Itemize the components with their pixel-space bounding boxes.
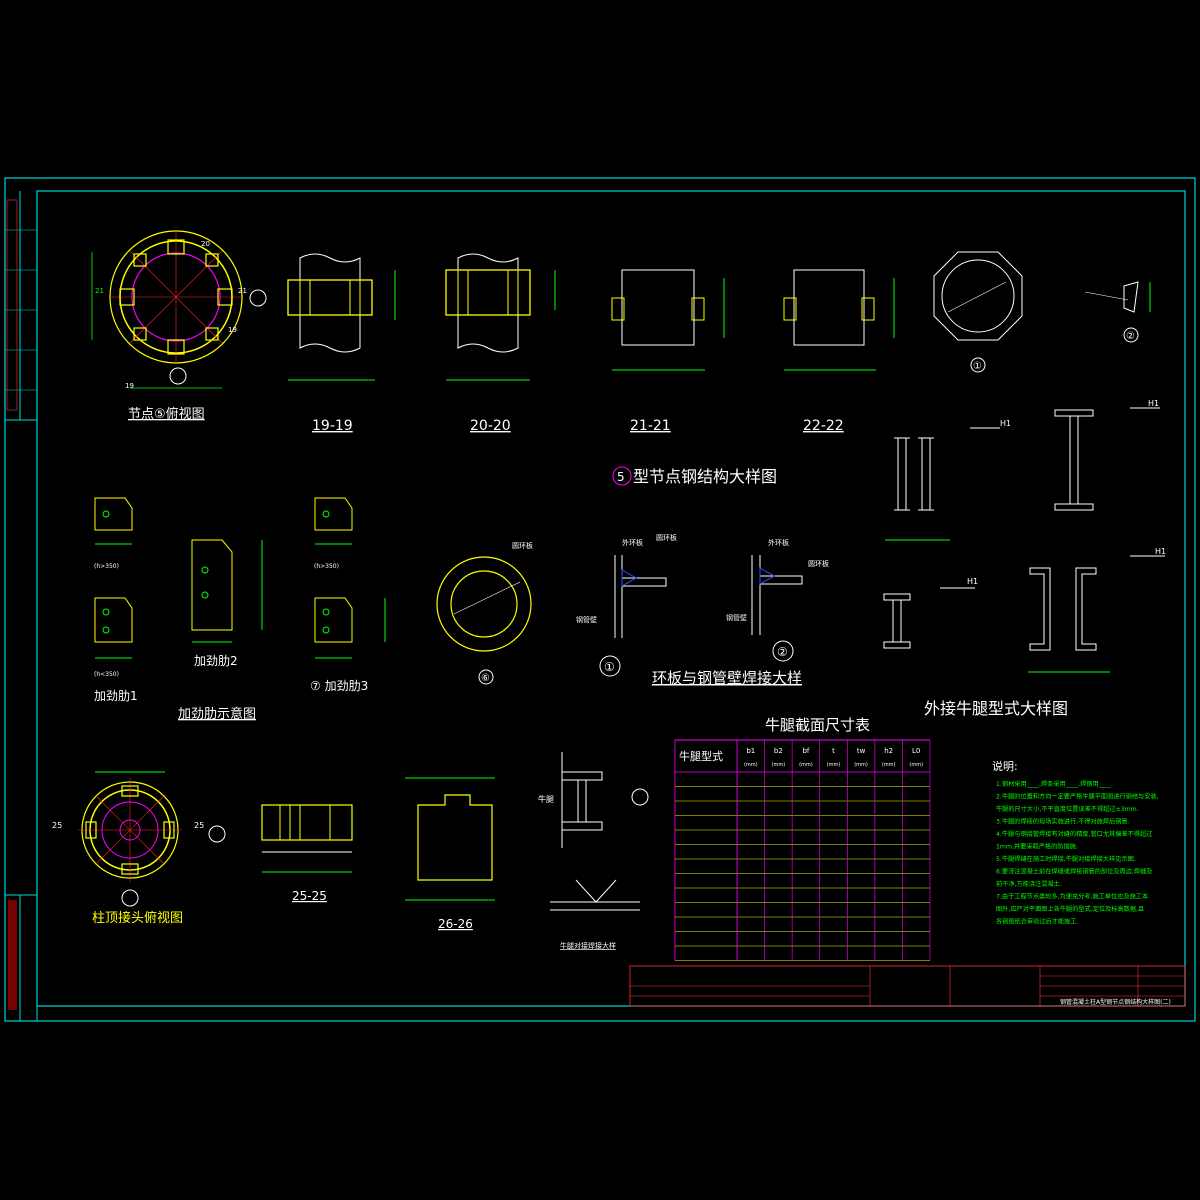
svg-text:加劲肋示意图: 加劲肋示意图 <box>178 706 256 722</box>
note-line: 1.钢材采用____,焊条采用____,焊钢用____. <box>996 780 1113 788</box>
svg-text:5: 5 <box>617 470 625 484</box>
notes-lines: 1.钢材采用____,焊条采用____,焊钢用____. 2.牛腿的位置和方向一定… <box>996 780 1159 926</box>
note-line: 1mm,并要采取严格的防措施. <box>996 843 1078 851</box>
section-25-25: 25-25 <box>261 804 353 903</box>
svg-text:加劲肋2: 加劲肋2 <box>194 653 238 668</box>
table-col-header: bf <box>802 747 809 755</box>
note-line: 6.要浇注混凝土前在焊缝或焊接钢管的部位及周边,焊缝及 <box>996 868 1152 876</box>
section-22-22: 22-22 <box>783 269 895 434</box>
cad-drawing-sheet: 21 21 19 19 20 节点⑤俯视图 19-19 20-20 21-21 <box>4 177 1196 1022</box>
section-20-20: 20-20 <box>445 253 556 434</box>
svg-text:H1: H1 <box>1000 419 1011 428</box>
table-grid: 牛腿型式 b1 (mm) b2 (mm) bf (mm) t (mm) tw (mm) h2 (mm) L… <box>674 739 931 961</box>
svg-text:外环板: 外环板 <box>768 538 789 547</box>
svg-text:牛腿对接焊接大样: 牛腿对接焊接大样 <box>560 941 616 950</box>
table-col-header: h2 <box>884 747 893 755</box>
svg-text:②: ② <box>777 645 788 659</box>
note-line: 3.牛腿的焊接的现场实施进行,不得对施焊后钢管. <box>996 818 1130 826</box>
svg-text:②: ② <box>1126 331 1135 342</box>
svg-text:19: 19 <box>228 326 237 334</box>
svg-text:H1: H1 <box>967 577 978 586</box>
svg-text:20-20: 20-20 <box>470 418 511 434</box>
column-top-view: 25 25 柱顶接头俯视图 <box>52 771 226 926</box>
svg-text:25: 25 <box>194 821 204 830</box>
table-header-first: 牛腿型式 <box>679 749 723 763</box>
svg-text:牛腿: 牛腿 <box>538 794 554 804</box>
svg-text:21: 21 <box>95 287 104 295</box>
svg-text:22-22: 22-22 <box>803 418 844 434</box>
svg-text:H1: H1 <box>1148 399 1159 408</box>
left-binding-strip <box>4 191 38 1022</box>
svg-text:20: 20 <box>201 240 210 248</box>
svg-text:⑥: ⑥ <box>481 673 490 684</box>
table-col-unit: (mm) <box>827 762 841 768</box>
svg-text:型节点钢结构大样图: 型节点钢结构大样图 <box>633 467 777 486</box>
table-col-header: b1 <box>746 747 755 755</box>
note-line: 各钢图纸合审验过后才能施工. <box>996 918 1078 926</box>
svg-text:钢管混凝土柱A型钢节点钢结构大样图(二): 钢管混凝土柱A型钢节点钢结构大样图(二) <box>1060 998 1171 1006</box>
detail-1-ring: ① <box>933 251 1023 373</box>
svg-text:外接牛腿型式大样图: 外接牛腿型式大样图 <box>924 699 1068 718</box>
table-col-unit: (mm) <box>882 762 896 768</box>
svg-text:圆环板: 圆环板 <box>808 559 829 568</box>
note-line: 7.由于工程节点类较多,为便充分考,施工单位应及施工本 <box>996 893 1148 901</box>
bracket-size-table: 牛腿截面尺寸表 牛腿型式 b1 (mm) b2 (mm) bf (mm) t (mm) tw (mm… <box>674 716 931 961</box>
svg-text:环板与钢管壁焊接大样: 环板与钢管壁焊接大样 <box>652 669 802 687</box>
svg-text:节点⑤俯视图: 节点⑤俯视图 <box>128 406 205 422</box>
svg-text:25-25: 25-25 <box>292 889 327 903</box>
svg-text:26-26: 26-26 <box>438 917 473 931</box>
title-block: 钢管混凝土柱A型钢节点钢结构大样图(二) <box>629 965 1186 1007</box>
bracket-weld-detail: 牛腿 牛腿对接焊接大样 <box>538 752 649 950</box>
table-col-header: b2 <box>774 747 783 755</box>
note-line: 5.牛腿焊缝在施工时焊接,牛腿对接焊接大样见示图. <box>996 855 1136 863</box>
bracket-types: H1 H1 H1 H1 外接牛腿型式大样图 <box>883 399 1166 718</box>
svg-text:H1: H1 <box>1155 547 1166 556</box>
detail-6-ring: 圆环板 ⑥ <box>436 541 533 685</box>
table-col-unit: (mm) <box>744 762 758 768</box>
svg-text:柱顶接头俯视图: 柱顶接头俯视图 <box>92 910 183 926</box>
table-col-header: t <box>832 747 835 755</box>
notes: 说明: 1.钢材采用____,焊条采用____,焊钢用____. 2.牛腿的位置和… <box>992 759 1159 926</box>
svg-text:说明:: 说明: <box>992 759 1018 773</box>
svg-text:①: ① <box>973 361 982 372</box>
svg-text:(h>350): (h>350) <box>314 563 339 570</box>
detail-2: ② <box>1084 281 1151 343</box>
weld-details: 外环板 圆环板 钢管壁 ① 外环板 圆环板 钢管壁 ② 环板与钢管壁焊接大样 <box>576 533 829 687</box>
svg-text:(h<350): (h<350) <box>94 671 119 678</box>
section-19-19: 19-19 <box>287 253 396 434</box>
svg-text:19-19: 19-19 <box>312 418 353 434</box>
note-line: 牛腿的尺寸大小,不平直度位置误差不得超过±3mm. <box>996 805 1139 813</box>
section-26-26: 26-26 <box>405 777 495 931</box>
svg-text:25: 25 <box>52 821 62 830</box>
svg-text:圆环板: 圆环板 <box>512 541 533 550</box>
node5-top-view: 21 21 19 19 20 节点⑤俯视图 <box>91 230 267 422</box>
svg-text:牛腿截面尺寸表: 牛腿截面尺寸表 <box>765 716 870 734</box>
svg-text:①: ① <box>604 660 615 674</box>
svg-text:⑦ 加劲肋3: ⑦ 加劲肋3 <box>310 678 368 693</box>
rib-diagrams: (h>350) (h<350) 加劲肋1 加劲肋2 (h>350) ⑦ 加劲肋3… <box>94 497 386 722</box>
svg-text:外环板: 外环板 <box>622 538 643 547</box>
svg-text:21: 21 <box>238 287 247 295</box>
table-col-header: tw <box>857 747 866 755</box>
svg-text:19: 19 <box>125 382 134 390</box>
table-col-unit: (mm) <box>854 762 868 768</box>
table-col-header: L0 <box>912 747 920 755</box>
table-col-unit: (mm) <box>772 762 786 768</box>
note-line: 4.牛腿与钢接管焊接有对缝的精度,管口尤其偏差不得超过 <box>996 830 1152 838</box>
node5-title: 5 型节点钢结构大样图 <box>612 466 777 486</box>
section-21-21: 21-21 <box>611 269 725 434</box>
note-line: 前干净,方能浇注混凝土. <box>996 880 1062 888</box>
table-col-unit: (mm) <box>909 762 923 768</box>
svg-text:钢管壁: 钢管壁 <box>726 613 747 622</box>
svg-text:钢管壁: 钢管壁 <box>576 615 597 624</box>
note-line: 图外,应严对平面图上各牛腿的型式,定位及标高数据,且 <box>996 905 1144 913</box>
table-col-unit: (mm) <box>799 762 813 768</box>
svg-text:21-21: 21-21 <box>630 418 671 434</box>
svg-text:(h>350): (h>350) <box>94 563 119 570</box>
note-line: 2.牛腿的位置和方向一定要严格牛腿平面图进行钢结与安装, <box>996 793 1159 801</box>
svg-text:圆环板: 圆环板 <box>656 533 677 542</box>
svg-text:加劲肋1: 加劲肋1 <box>94 688 138 703</box>
